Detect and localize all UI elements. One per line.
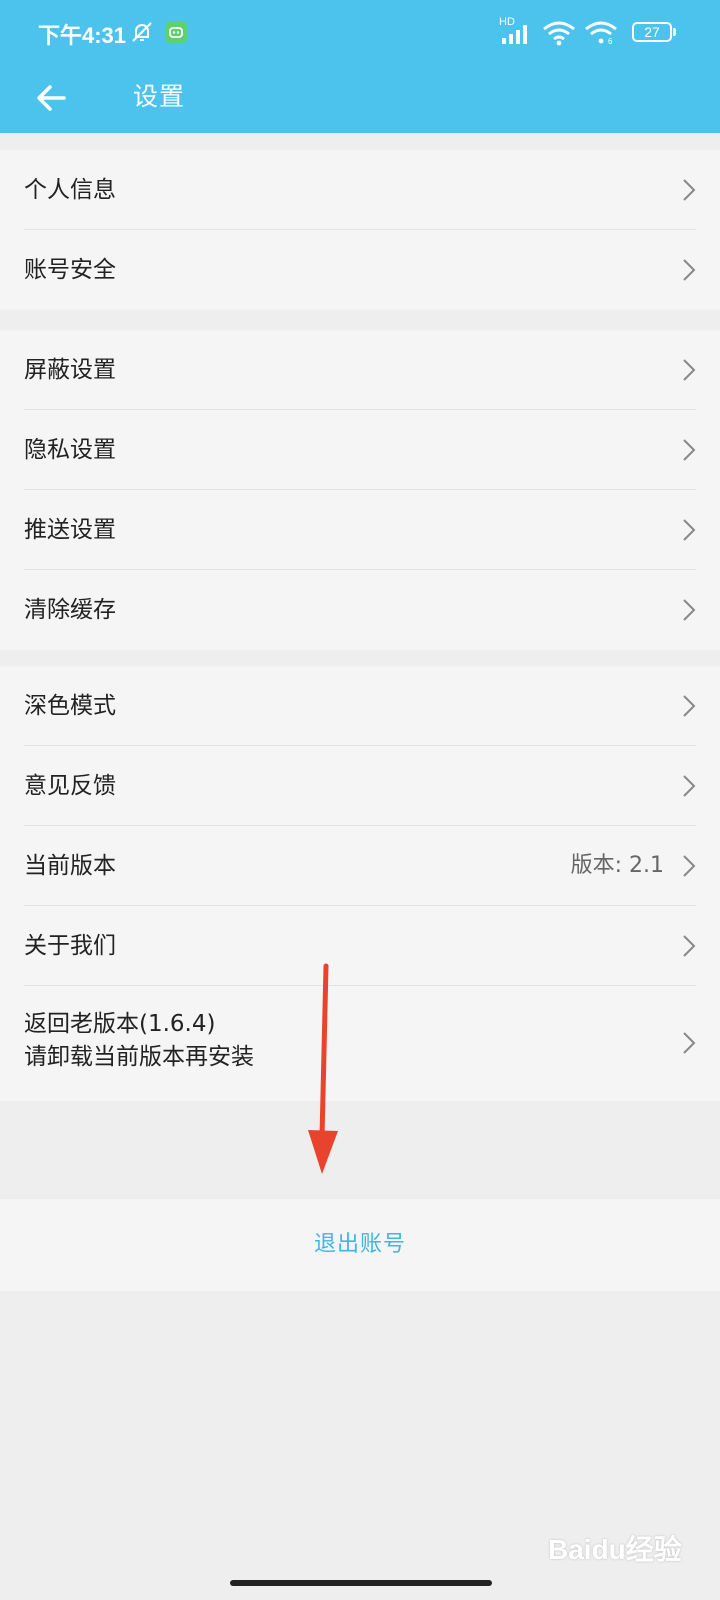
svg-text:6: 6	[608, 37, 613, 46]
settings-item-label: 当前版本	[24, 853, 116, 879]
baidu-watermark: Baidu经验	[548, 1534, 682, 1565]
settings-group-account: 个人信息 账号安全	[0, 150, 720, 310]
wifi-icon	[543, 21, 575, 46]
old-version-hint: 请卸载当前版本再安装	[24, 1044, 254, 1070]
chevron-right-icon	[683, 1032, 696, 1054]
settings-item-label: 清除缓存	[24, 597, 116, 623]
app-badge-icon	[165, 21, 187, 43]
old-version-label: 返回老版本(1.6.4)	[24, 1011, 216, 1037]
settings-item-privacy[interactable]: 隐私设置	[0, 410, 720, 490]
app-header: 下午4:31 HD 6 27 设置	[0, 0, 720, 133]
settings-group-about: 深色模式 意见反馈 当前版本 版本: 2.1 关于我们 返回老版本(1.6.4)…	[0, 666, 720, 1101]
settings-item-about-us[interactable]: 关于我们	[0, 906, 720, 986]
settings-item-dark-mode[interactable]: 深色模式	[0, 666, 720, 746]
status-bar: 下午4:31 HD 6 27	[0, 0, 720, 66]
wifi-6-icon: 6	[585, 21, 617, 46]
chevron-right-icon	[683, 775, 696, 797]
chevron-right-icon	[683, 855, 696, 877]
settings-item-label: 个人信息	[24, 177, 116, 203]
page-title: 设置	[133, 82, 186, 111]
arrow-left-icon	[37, 85, 66, 111]
battery-level: 27	[644, 24, 660, 40]
home-indicator	[230, 1580, 492, 1586]
back-button[interactable]	[28, 74, 76, 122]
settings-item-label: 意见反馈	[24, 773, 116, 799]
chevron-right-icon	[683, 695, 696, 717]
signal-icon	[502, 25, 527, 44]
toolbar: 设置	[0, 66, 720, 133]
chevron-right-icon	[683, 935, 696, 957]
settings-item-feedback[interactable]: 意见反馈	[0, 746, 720, 826]
settings-group-preferences: 屏蔽设置 隐私设置 推送设置 清除缓存	[0, 330, 720, 650]
settings-item-current-version[interactable]: 当前版本 版本: 2.1	[0, 826, 720, 906]
settings-item-label-multiline: 返回老版本(1.6.4) 请卸载当前版本再安装	[24, 1008, 254, 1074]
settings-item-label: 深色模式	[24, 693, 116, 719]
chevron-right-icon	[683, 439, 696, 461]
bell-off-icon	[132, 22, 152, 42]
settings-item-label: 隐私设置	[24, 437, 116, 463]
settings-item-label: 推送设置	[24, 517, 116, 543]
chevron-right-icon	[683, 259, 696, 281]
chevron-right-icon	[683, 599, 696, 621]
settings-item-block[interactable]: 屏蔽设置	[0, 330, 720, 410]
status-time: 下午4:31	[38, 23, 127, 48]
settings-item-label: 关于我们	[24, 933, 116, 959]
logout-button[interactable]: 退出账号	[0, 1199, 720, 1291]
settings-item-label: 账号安全	[24, 257, 116, 283]
settings-item-label: 屏蔽设置	[24, 357, 116, 383]
settings-item-account-security[interactable]: 账号安全	[0, 230, 720, 310]
chevron-right-icon	[683, 179, 696, 201]
chevron-right-icon	[683, 359, 696, 381]
annotation-arrow-icon	[308, 963, 338, 1174]
version-value: 版本: 2.1	[570, 853, 664, 878]
settings-item-old-version[interactable]: 返回老版本(1.6.4) 请卸载当前版本再安装	[0, 986, 720, 1101]
settings-item-personal-info[interactable]: 个人信息	[0, 150, 720, 230]
chevron-right-icon	[683, 519, 696, 541]
battery-icon: 27	[632, 22, 676, 42]
settings-item-push[interactable]: 推送设置	[0, 490, 720, 570]
settings-item-clear-cache[interactable]: 清除缓存	[0, 570, 720, 650]
